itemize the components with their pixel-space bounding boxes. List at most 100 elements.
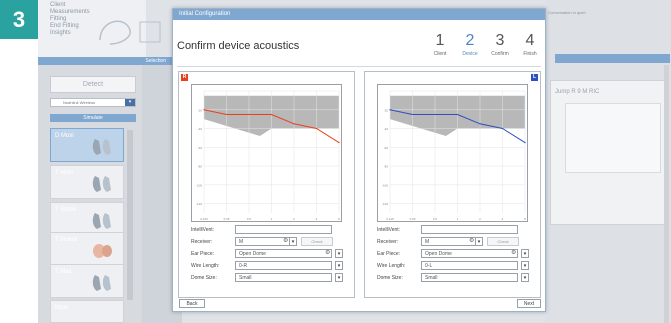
device-card-chart [565,103,661,173]
intellivent-field[interactable] [421,225,518,234]
right-ear-panel: R -20 -40 -60 -80 -100 -120 0.125 0.25 0.5 1 2 4 8 I… [178,71,355,298]
gain-point [456,113,459,116]
hearing-aid-icon [93,244,112,258]
side-badge-left: L [531,74,538,81]
y-tick-label: -20 [384,108,389,112]
next-button[interactable]: Next [517,299,541,308]
step-client: 1 Client [429,33,451,58]
dialog-heading: Confirm device acoustics [177,40,300,52]
gain-point [524,142,526,144]
chevron-down-icon[interactable]: ▾ [521,249,529,258]
acoustic-form-left: IntelliVent: Receiver: M ⚙ ▾ Check Ear Piece… [377,225,536,285]
step-label: Finish [523,51,537,57]
gain-point [501,127,504,130]
chevron-down-icon[interactable]: ▾ [521,273,529,282]
gain-point [203,109,205,111]
chevron-down-icon[interactable]: ▾ [335,261,343,270]
y-tick-label: -80 [384,165,389,169]
device-item-t-moxi[interactable]: T Moxi [50,165,124,199]
selection-bar: Selection [38,57,172,65]
right-top-info: Conversation in quiet [548,10,668,50]
acoustic-chart-left: -20 -40 -60 -80 -100 -120 0.125 0.25 0.5 1 2 4 8 [377,84,528,222]
chevron-down-icon[interactable]: ▾ [289,237,297,246]
wire-length-label: Wire Length: [377,263,406,269]
device-item-moxi[interactable]: Moxi [50,300,124,323]
gain-point [270,113,273,116]
wire-length-select[interactable]: 0-L [421,261,518,270]
x-tick-label: 2 [479,217,481,221]
right-toolbar [555,54,670,63]
step-device: 2 Device [459,32,481,58]
initial-configuration-dialog: Initial Configuration Confirm device aco… [172,8,546,312]
x-tick-label: 4 [316,217,318,221]
check-button[interactable]: Check [301,237,333,246]
hearing-aid-icon [92,275,111,291]
ear-piece-select[interactable]: Open Dome [421,249,518,258]
chevron-down-icon[interactable]: ▾ [475,237,483,246]
ear-piece-select[interactable]: Open Dome [235,249,332,258]
chevron-down-icon[interactable]: ▾ [335,273,343,282]
x-tick-label: 0.125 [386,217,394,221]
acoustic-chart-right: -20 -40 -60 -80 -100 -120 0.125 0.25 0.5 1 2 4 8 [191,84,342,222]
device-item-t-insera[interactable]: T Insera [50,232,124,266]
gain-point [315,127,318,130]
back-button[interactable]: Back [179,299,205,308]
side-badge-right: R [181,74,188,81]
step-finish: 4 Finish [519,33,541,58]
wire-length-select[interactable]: 0-R [235,261,332,270]
simulate-header: Simulate [50,114,136,122]
y-tick-label: -120 [196,202,202,206]
wireless-value: Noahlink Wireless [63,100,96,105]
program-label: Conversation in quiet [548,10,586,15]
device-card-title: Jump R 9 M RIC [555,89,600,95]
check-button[interactable]: Check [487,237,519,246]
gain-point [248,113,250,116]
gain-point [389,109,391,111]
receiver-label: Receiver: [377,239,399,245]
gain-point [293,123,295,125]
gain-point [338,142,340,144]
device-name: T Moxi [55,170,73,176]
ear-piece-label: Ear Piece: [377,251,401,257]
step-number: 2 [465,32,475,49]
y-tick-label: -20 [198,108,203,112]
chart-svg: -20 -40 -60 -80 -100 -120 0.125 0.25 0.5 1 2 4 8 [196,90,340,221]
step-label: Device [462,51,478,57]
dome-size-label: Dome Size: [191,275,217,281]
chevron-down-icon[interactable]: ▾ [521,261,529,270]
y-tick-label: -40 [384,127,389,131]
step-label: Client [433,51,447,57]
intellivent-field[interactable] [235,225,332,234]
y-tick-label: -40 [198,127,203,131]
scrollbar[interactable] [664,65,669,323]
intellivent-label: IntelliVent: [377,227,401,233]
y-tick-label: -120 [382,202,388,206]
x-tick-label: 1 [457,217,459,221]
device-name: T Insera [55,237,77,243]
gear-icon[interactable]: ⚙ [511,250,517,256]
gear-icon[interactable]: ⚙ [325,250,331,256]
hearing-aid-icon [92,176,111,192]
step-label: Confirm [491,51,509,57]
device-name: T Max [55,269,72,275]
device-item-d-moxi[interactable]: D Moxi [50,128,124,162]
y-tick-label: -100 [196,183,202,187]
chevron-down-icon[interactable]: ▾ [125,99,135,106]
nav-item-client[interactable]: Client [50,2,146,9]
detect-button[interactable]: Detect [50,76,136,93]
intellivent-label: IntelliVent: [191,227,215,233]
acoustic-form-right: IntelliVent: Receiver: M ⚙ ▾ Check Ear Piece… [191,225,350,285]
x-tick-label: 0.25 [224,217,230,221]
dome-size-select[interactable]: Small [235,273,332,282]
hearing-aid-icon [92,139,111,155]
dome-size-select[interactable]: Small [421,273,518,282]
device-item-t-stride[interactable]: T Stride [50,202,124,236]
device-card: Jump R 9 M RIC [550,80,668,225]
scrollbar[interactable] [127,130,133,300]
wireless-select[interactable]: Noahlink Wireless ▾ [50,98,136,107]
device-item-t-max[interactable]: T Max [50,264,124,298]
step-number: 3 [495,32,505,49]
chevron-down-icon[interactable]: ▾ [335,249,343,258]
dialog-titlebar: Initial Configuration [173,9,545,20]
y-tick-label: -80 [198,165,203,169]
